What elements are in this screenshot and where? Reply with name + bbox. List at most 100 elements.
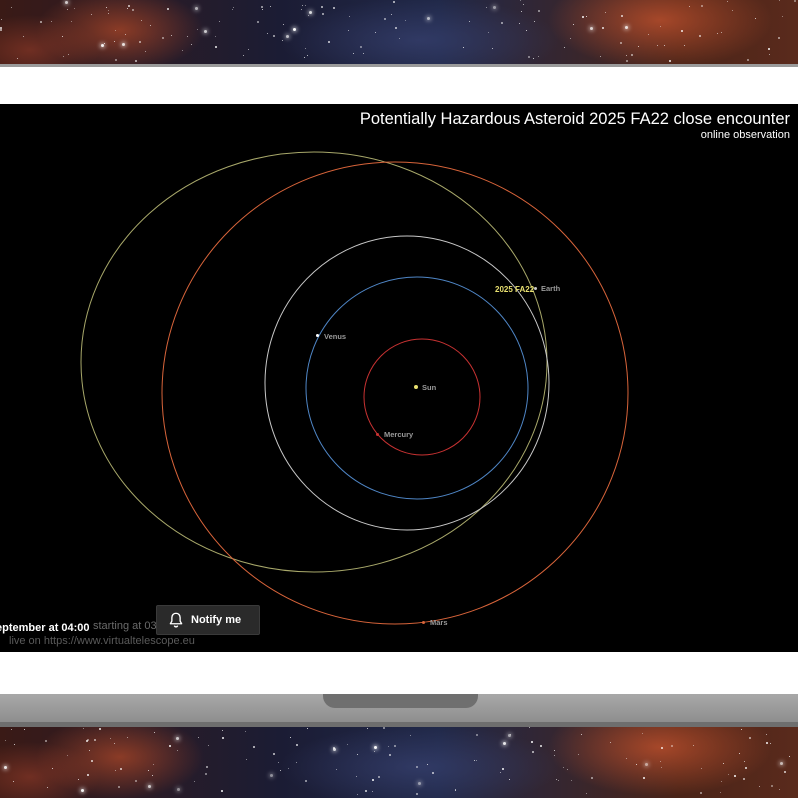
star bbox=[153, 764, 154, 765]
star bbox=[215, 36, 216, 37]
star bbox=[309, 11, 312, 14]
star bbox=[115, 770, 116, 771]
star bbox=[509, 779, 510, 780]
star bbox=[162, 37, 164, 39]
starfield-banner-top bbox=[0, 0, 798, 64]
star bbox=[723, 763, 724, 764]
star bbox=[1, 19, 2, 20]
star bbox=[253, 746, 255, 748]
star bbox=[81, 789, 84, 792]
star bbox=[769, 54, 770, 55]
star bbox=[620, 42, 622, 44]
star bbox=[261, 6, 263, 8]
star bbox=[586, 16, 587, 17]
star bbox=[182, 50, 183, 51]
star bbox=[118, 786, 120, 788]
star bbox=[664, 45, 665, 46]
star bbox=[191, 44, 192, 45]
star bbox=[94, 739, 96, 741]
star bbox=[638, 46, 639, 47]
star bbox=[766, 734, 767, 735]
star bbox=[586, 793, 587, 794]
star bbox=[427, 17, 430, 20]
star bbox=[296, 744, 298, 746]
star bbox=[721, 781, 722, 782]
star bbox=[305, 780, 307, 782]
mercury-orbit bbox=[363, 338, 481, 456]
star bbox=[626, 55, 627, 56]
star bbox=[11, 729, 12, 730]
star bbox=[305, 48, 306, 49]
star bbox=[519, 23, 520, 24]
star bbox=[660, 26, 661, 27]
star bbox=[195, 7, 198, 10]
star bbox=[307, 55, 308, 56]
star bbox=[701, 768, 702, 769]
star bbox=[520, 0, 521, 1]
star bbox=[243, 55, 244, 56]
mars-marker bbox=[422, 621, 425, 624]
start-time-caption: starting at 03: bbox=[93, 620, 160, 632]
earth-label: Earth bbox=[541, 284, 561, 293]
star bbox=[286, 35, 289, 38]
star bbox=[554, 750, 555, 751]
star bbox=[293, 28, 296, 31]
star bbox=[321, 6, 323, 8]
star bbox=[394, 745, 396, 747]
star bbox=[410, 735, 411, 736]
notify-me-button[interactable]: Notify me bbox=[156, 605, 260, 635]
star bbox=[782, 16, 783, 17]
star bbox=[395, 27, 397, 29]
star bbox=[78, 779, 79, 780]
star bbox=[770, 743, 771, 744]
star bbox=[24, 729, 25, 730]
sun-marker bbox=[414, 385, 418, 389]
star bbox=[563, 767, 564, 768]
star bbox=[771, 785, 773, 787]
star bbox=[222, 737, 224, 739]
star bbox=[621, 15, 623, 17]
star bbox=[167, 8, 169, 10]
star bbox=[681, 30, 683, 32]
star bbox=[600, 56, 601, 57]
star bbox=[405, 20, 406, 21]
star bbox=[91, 760, 93, 762]
star bbox=[301, 9, 302, 10]
star bbox=[768, 48, 770, 50]
star bbox=[720, 792, 721, 793]
star bbox=[554, 755, 555, 756]
star bbox=[89, 750, 90, 751]
star bbox=[357, 754, 358, 755]
star bbox=[784, 771, 786, 773]
star bbox=[194, 781, 195, 782]
star bbox=[741, 729, 742, 730]
star bbox=[5, 740, 6, 741]
star bbox=[573, 24, 574, 25]
star bbox=[257, 21, 259, 23]
star bbox=[570, 38, 571, 39]
star bbox=[636, 764, 637, 765]
star bbox=[232, 9, 233, 10]
star bbox=[308, 15, 309, 16]
star bbox=[333, 748, 336, 751]
star bbox=[333, 7, 335, 9]
star bbox=[427, 764, 428, 765]
live-url-caption: live on https://www.virtualtelescope.eu bbox=[9, 635, 195, 647]
video-player[interactable]: Potentially Hazardous Asteroid 2025 FA22… bbox=[0, 104, 798, 652]
star bbox=[122, 43, 125, 46]
star bbox=[375, 32, 376, 33]
star bbox=[500, 772, 501, 773]
star bbox=[115, 59, 117, 61]
star bbox=[739, 753, 740, 754]
star bbox=[626, 60, 628, 62]
star bbox=[501, 22, 503, 24]
star bbox=[347, 744, 348, 745]
star bbox=[648, 34, 649, 35]
star bbox=[463, 47, 464, 48]
star bbox=[278, 762, 279, 763]
star bbox=[101, 44, 104, 47]
star bbox=[367, 728, 368, 729]
star bbox=[749, 737, 751, 739]
star bbox=[558, 780, 559, 781]
asteroid-label: 2025 FA22 bbox=[495, 285, 535, 294]
